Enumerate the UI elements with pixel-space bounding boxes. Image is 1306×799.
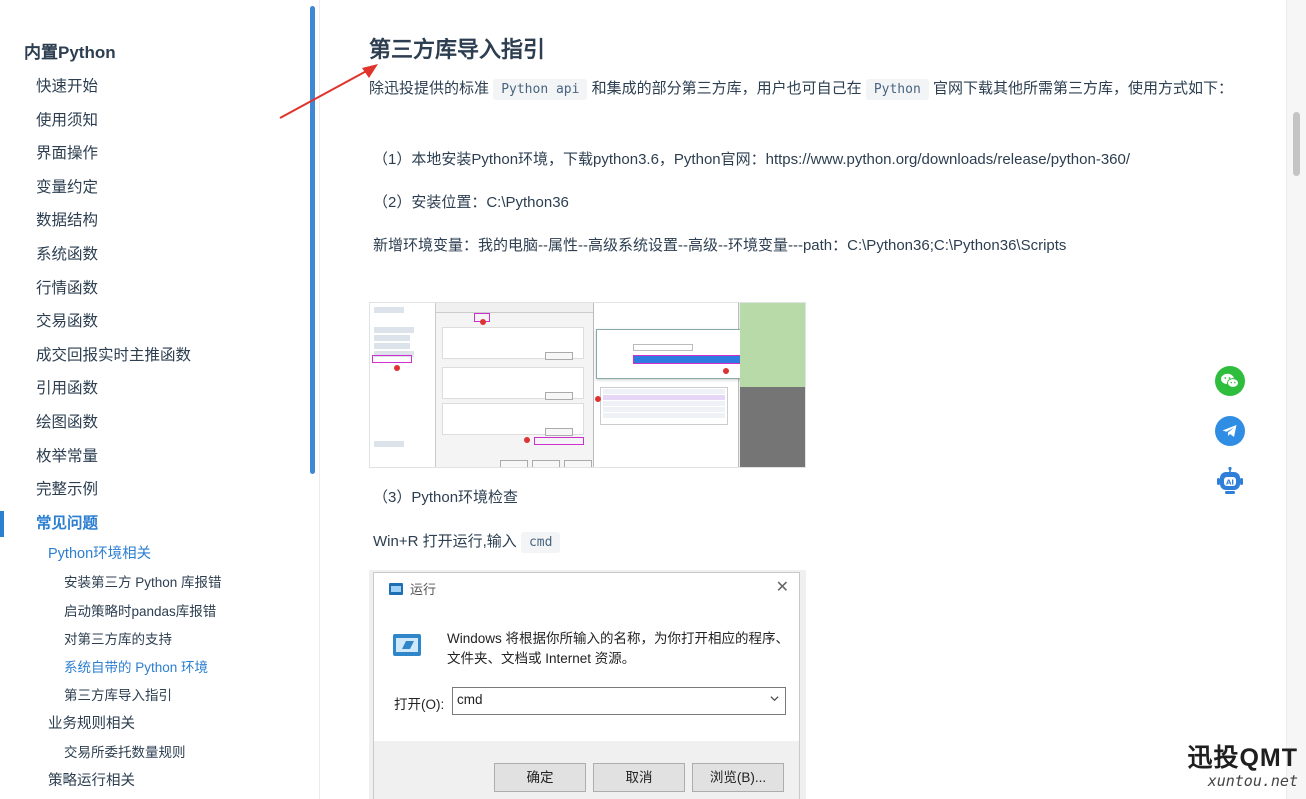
telegram-icon[interactable] <box>1215 416 1245 446</box>
run-dialog-description: Windows 将根据你所输入的名称，为你打开相应的程序、文件夹、文档或 Int… <box>447 631 790 666</box>
sidebar-subsubitem-builtin-python[interactable]: 系统自带的 Python 环境 <box>0 654 312 682</box>
wechat-icon[interactable] <box>1215 366 1245 396</box>
page-scrollbar-track[interactable] <box>1286 0 1306 799</box>
inline-code-python-api: Python api <box>493 79 588 100</box>
run-dialog-title: 运行 <box>410 582 437 597</box>
intro-paragraph: 除迅投提供的标准 Python api 和集成的部分第三方库，用户也可自己在 P… <box>369 76 1249 103</box>
inline-code-cmd: cmd <box>520 532 561 553</box>
sidebar-item-quickstart[interactable]: 快速开始 <box>0 70 312 104</box>
sidebar-subitem-python-env[interactable]: Python环境相关 <box>0 540 312 569</box>
sidebar-subsubitem-order-quantity-rules[interactable]: 交易所委托数量规则 <box>0 739 312 767</box>
sidebar-item-system-functions[interactable]: 系统函数 <box>0 238 312 272</box>
sidebar-subsubitem-import-guide[interactable]: 第三方库导入指引 <box>0 682 312 710</box>
sidebar-item-market-functions[interactable]: 行情函数 <box>0 272 312 306</box>
main-content: 第三方库导入指引 除迅投提供的标准 Python api 和集成的部分第三方库，… <box>320 0 1286 799</box>
run-instruction-text: Win+R 打开运行,输入 <box>373 533 517 550</box>
run-dialog-screenshot: 运行 ✕ Windows 将根据你所输入的名称，为你打开相应的程序、文件夹、文档… <box>369 570 806 799</box>
sidebar-item-plot-functions[interactable]: 绘图函数 <box>0 406 312 440</box>
run-command-value: cmd <box>457 692 483 707</box>
run-instruction: Win+R 打开运行,输入 cmd <box>373 529 561 556</box>
svg-text:AI: AI <box>1226 478 1234 486</box>
sidebar-item-trade-functions[interactable]: 交易函数 <box>0 305 312 339</box>
screenshot-system-properties <box>436 303 594 467</box>
run-open-label: 打开(O): <box>394 697 445 712</box>
screenshot-env-vars-window <box>594 303 739 467</box>
watermark: 迅投QMT xuntou.net <box>1178 738 1298 790</box>
intro-text-before: 除迅投提供的标准 <box>369 80 490 97</box>
screenshot-system-panel <box>370 303 436 467</box>
page-title: 第三方库导入指引 <box>369 37 546 62</box>
run-cancel-button: 取消 <box>593 763 685 792</box>
sidebar-subitem-strategy-run[interactable]: 策略运行相关 <box>0 767 312 796</box>
sidebar-item-ui[interactable]: 界面操作 <box>0 137 312 171</box>
sidebar-item-faq[interactable]: 常见问题 <box>0 507 312 541</box>
sidebar-subsubitem-install-error[interactable]: 安装第三方 Python 库报错 <box>0 569 312 597</box>
run-ok-button: 确定 <box>494 763 586 792</box>
sidebar-item-variables[interactable]: 变量约定 <box>0 171 312 205</box>
close-icon: ✕ <box>775 579 789 596</box>
sidebar-item-enums[interactable]: 枚举常量 <box>0 440 312 474</box>
sidebar: 内置Python 快速开始 使用须知 界面操作 变量约定 数据结构 系统函数 行… <box>0 0 320 799</box>
env-var-text: 新增环境变量：我的电脑--属性--高级系统设置--高级--环境变量---path… <box>373 237 1067 254</box>
sidebar-item-notes[interactable]: 使用须知 <box>0 104 312 138</box>
watermark-brand: 迅投QMT <box>1187 744 1298 772</box>
step3-text: （3）Python环境检查 <box>373 489 519 506</box>
step1-text: （1）本地安装Python环境，下载python3.6，Python官网：htt… <box>373 151 1131 168</box>
screenshot-desktop-gray <box>740 387 805 467</box>
sidebar-item-data-structures[interactable]: 数据结构 <box>0 204 312 238</box>
sidebar-nav: 快速开始 使用须知 界面操作 变量约定 数据结构 系统函数 行情函数 交易函数 … <box>0 70 312 796</box>
sidebar-group-title[interactable]: 内置Python <box>24 38 116 63</box>
sidebar-subsubitem-third-party-support[interactable]: 对第三方库的支持 <box>0 626 312 654</box>
sidebar-item-reference-functions[interactable]: 引用函数 <box>0 372 312 406</box>
chevron-down-icon <box>770 696 779 702</box>
step2-text: （2）安装位置：C:\Python36 <box>373 194 569 211</box>
run-app-icon <box>389 582 403 595</box>
run-dialog-window: 运行 ✕ Windows 将根据你所输入的名称，为你打开相应的程序、文件夹、文档… <box>373 572 800 799</box>
inline-code-python: Python <box>865 79 929 100</box>
screenshot-desktop-green <box>740 303 805 387</box>
sidebar-faq-subnav: Python环境相关 安装第三方 Python 库报错 启动策略时pandas库… <box>0 540 312 796</box>
intro-text-after: 官网下载其他所需第三方库，使用方式如下： <box>932 80 1233 97</box>
ai-robot-icon[interactable]: AI <box>1215 466 1245 496</box>
intro-text-mid: 和集成的部分第三方库，用户也可自己在 <box>591 80 862 97</box>
watermark-domain: xuntou.net <box>1207 772 1298 790</box>
sidebar-subitem-business-rules[interactable]: 业务规则相关 <box>0 710 312 739</box>
sidebar-subsubitem-pandas-error[interactable]: 启动策略时pandas库报错 <box>0 598 312 626</box>
run-dialog-button-bar: 确定 取消 浏览(B)... <box>374 741 799 799</box>
run-program-icon <box>393 634 421 656</box>
page-scrollbar-thumb[interactable] <box>1293 112 1300 176</box>
run-browse-button: 浏览(B)... <box>692 763 784 792</box>
run-dialog-titlebar: 运行 <box>388 579 436 598</box>
sidebar-item-examples[interactable]: 完整示例 <box>0 473 312 507</box>
screenshot-system-vars-table <box>595 387 728 425</box>
env-variable-screenshot <box>369 302 806 468</box>
sidebar-item-callback-functions[interactable]: 成交回报实时主推函数 <box>0 339 312 373</box>
run-command-input: cmd <box>452 687 786 715</box>
